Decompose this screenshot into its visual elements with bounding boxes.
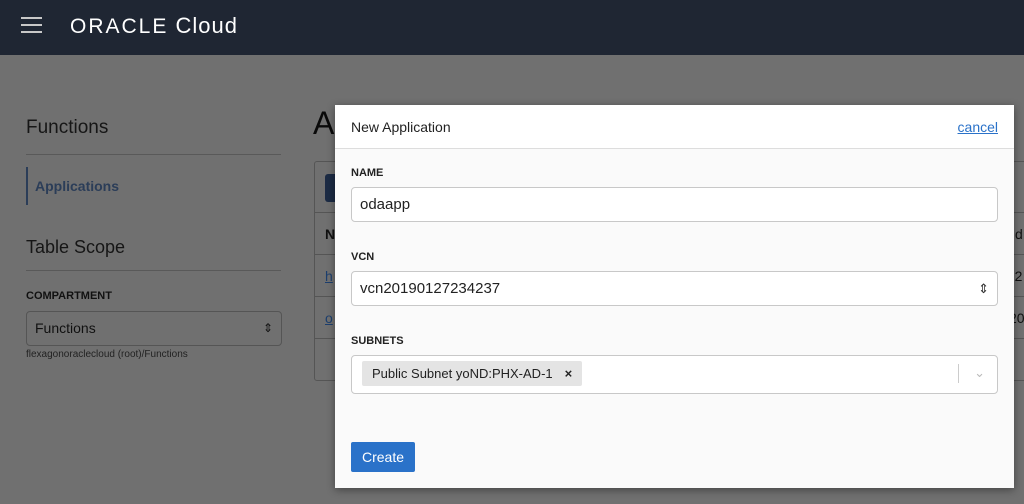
compartment-path: flexagonoraclecloud (root)/Functions bbox=[26, 349, 188, 360]
subnets-label: SUBNETS bbox=[351, 335, 404, 347]
subnets-multiselect[interactable]: Public Subnet yoND:PHX-AD-1 × ⌄ bbox=[351, 355, 998, 394]
subnet-chip: Public Subnet yoND:PHX-AD-1 × bbox=[362, 361, 583, 386]
logo-product: Cloud bbox=[175, 13, 238, 38]
hamburger-menu-icon[interactable] bbox=[21, 17, 42, 34]
vcn-select[interactable]: vcn20190127234237 ⇕ bbox=[351, 271, 998, 306]
create-button[interactable]: Create bbox=[351, 442, 415, 472]
divider bbox=[958, 364, 959, 383]
name-input[interactable]: odaapp bbox=[351, 187, 998, 222]
sidebar-item-applications[interactable]: Applications bbox=[26, 167, 119, 205]
dialog-header: New Application cancel bbox=[335, 105, 1014, 149]
compartment-value: Functions bbox=[35, 320, 96, 336]
subnet-chip-label: Public Subnet yoND:PHX-AD-1 bbox=[372, 366, 553, 381]
vcn-label: VCN bbox=[351, 251, 375, 263]
remove-chip-icon[interactable]: × bbox=[565, 366, 573, 381]
compartment-label: COMPARTMENT bbox=[26, 290, 112, 302]
page-title: A bbox=[313, 105, 335, 141]
logo-brand: ORACLE bbox=[70, 15, 169, 38]
name-label: NAME bbox=[351, 167, 384, 179]
divider bbox=[26, 154, 281, 155]
up-down-chevron-icon: ⇕ bbox=[978, 281, 989, 296]
dialog-title: New Application bbox=[351, 118, 451, 135]
new-application-dialog: New Application cancel NAME odaapp VCN v… bbox=[335, 105, 1014, 488]
cancel-link[interactable]: cancel bbox=[958, 119, 998, 135]
sidebar-title: Functions bbox=[26, 117, 109, 138]
divider bbox=[26, 270, 281, 271]
compartment-select[interactable]: Functions ⇕ bbox=[26, 311, 282, 346]
oracle-cloud-logo[interactable]: ORACLE Cloud bbox=[70, 13, 238, 39]
chevron-down-icon[interactable]: ⌄ bbox=[974, 356, 985, 389]
vcn-value: vcn20190127234237 bbox=[360, 280, 501, 297]
up-down-chevron-icon: ⇕ bbox=[262, 321, 273, 335]
bg-fragment: d bbox=[1015, 226, 1023, 242]
top-bar: ORACLE Cloud bbox=[0, 0, 1024, 55]
table-scope-heading: Table Scope bbox=[26, 237, 126, 257]
